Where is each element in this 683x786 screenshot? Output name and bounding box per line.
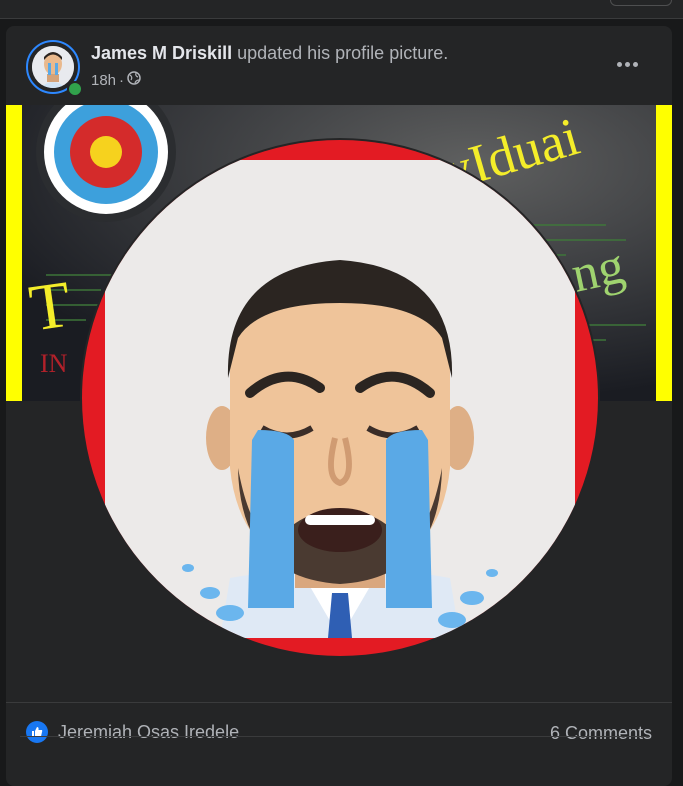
- cover-left-border: [6, 105, 22, 401]
- post-title-line: James M Driskill updated his profile pic…: [91, 43, 448, 64]
- globe-icon[interactable]: [127, 71, 141, 89]
- top-bar: [0, 0, 683, 19]
- cover-right-border: [656, 105, 672, 401]
- post-card: James M Driskill updated his profile pic…: [6, 26, 672, 786]
- reactor-name[interactable]: Jeremiah Osas Iredele: [58, 722, 239, 743]
- post-action-text: updated his profile picture.: [237, 43, 449, 63]
- avatar-image: [32, 46, 74, 88]
- reactions-summary[interactable]: Jeremiah Osas Iredele: [26, 721, 239, 743]
- like-icon: [26, 721, 48, 743]
- post-timestamp[interactable]: 18h: [91, 72, 116, 89]
- post-header: James M Driskill updated his profile pic…: [6, 26, 672, 104]
- post-meta: 18h ·: [91, 71, 141, 89]
- meta-separator: ·: [119, 71, 125, 89]
- cover-text-red: IN: [40, 349, 68, 378]
- online-status-dot: [67, 81, 83, 97]
- post-footer: Jeremiah Osas Iredele 6 Comments: [6, 702, 672, 763]
- author-avatar[interactable]: [26, 40, 83, 97]
- top-bar-control[interactable]: [610, 0, 672, 6]
- author-name[interactable]: James M Driskill: [91, 43, 232, 63]
- comments-count-link[interactable]: 6 Comments: [550, 723, 652, 744]
- more-options-icon[interactable]: [612, 54, 642, 74]
- profile-picture[interactable]: [80, 138, 600, 658]
- action-bar-divider: [20, 736, 650, 737]
